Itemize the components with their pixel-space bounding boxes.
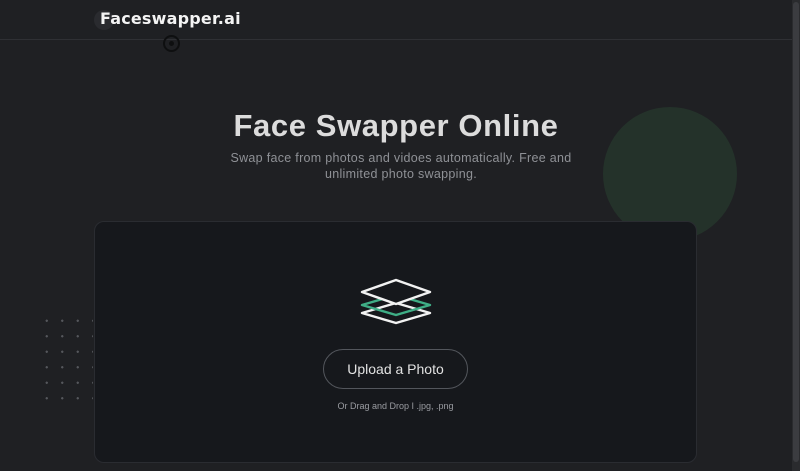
page-title: Face Swapper Online (233, 108, 559, 143)
layers-icon (360, 278, 432, 325)
top-navbar: Faceswapper.ai (0, 0, 792, 40)
page-subtitle: Swap face from photos and vidoes automat… (230, 151, 572, 181)
site-logo[interactable]: Faceswapper.ai (100, 9, 241, 28)
upload-dropzone[interactable]: Upload a Photo Or Drag and Drop I .jpg, … (94, 221, 697, 463)
scrollbar-thumb[interactable] (793, 2, 799, 462)
page: Faceswapper.ai Face Swapper Online Swap … (0, 0, 800, 471)
drag-drop-hint: Or Drag and Drop I .jpg, .png (337, 401, 454, 411)
decorative-dot-grid (39, 313, 93, 411)
ring-icon (163, 35, 180, 52)
page-scrollbar[interactable] (792, 0, 800, 471)
upload-photo-button[interactable]: Upload a Photo (323, 349, 468, 389)
